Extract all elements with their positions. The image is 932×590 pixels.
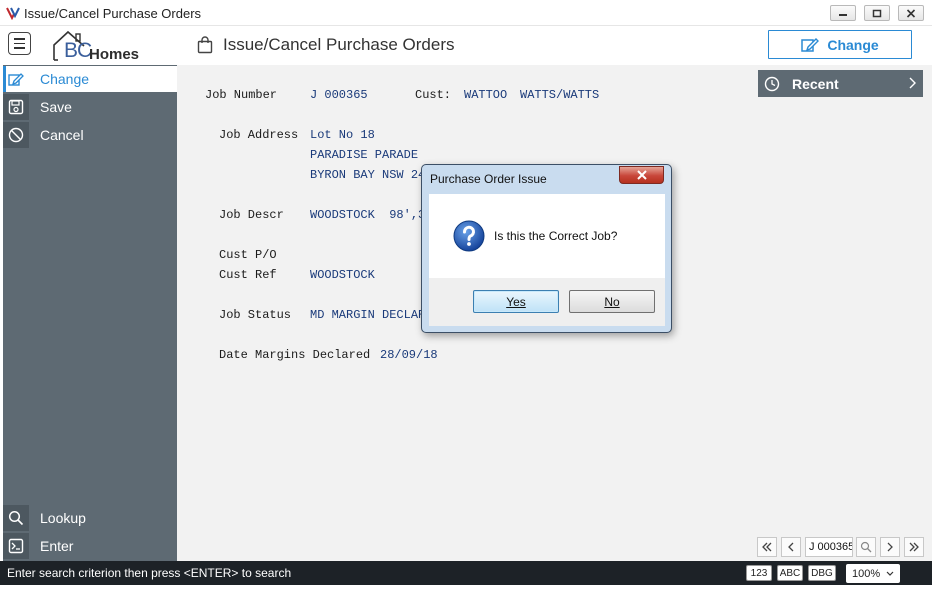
app-logo-icon — [6, 7, 20, 20]
window-titlebar: Issue/Cancel Purchase Orders — [0, 0, 932, 26]
job-status-value: MD MARGIN DECLAR — [310, 308, 426, 322]
no-button-label: No — [604, 294, 620, 309]
debug-button[interactable]: DBG — [808, 565, 836, 581]
close-icon — [906, 8, 916, 18]
job-address-line-1: Lot No 18 — [310, 128, 375, 142]
job-address-line-2: PARADISE PARADE — [310, 148, 419, 162]
shopping-bag-icon — [197, 36, 213, 54]
maximize-button[interactable] — [864, 5, 890, 21]
search-icon — [3, 505, 29, 531]
edit-icon — [3, 66, 29, 92]
numeric-mode-button[interactable]: 123 — [746, 565, 772, 581]
dialog-footer: Yes No — [429, 278, 665, 326]
logo-bc-text: BC — [64, 39, 92, 62]
double-chevron-left-icon — [762, 542, 772, 552]
status-bar: Enter search criterion then press <ENTER… — [0, 561, 932, 585]
clock-icon — [760, 76, 784, 92]
menu-line — [14, 42, 25, 45]
sidebar-item-lookup[interactable]: Lookup — [3, 505, 177, 531]
record-search-button[interactable] — [856, 537, 876, 557]
zoom-select[interactable]: 100% — [846, 564, 900, 583]
edit-icon — [801, 37, 820, 52]
maximize-icon — [872, 9, 882, 17]
sidebar-item-label: Lookup — [40, 510, 86, 526]
search-icon — [860, 541, 872, 553]
job-address-line-3: BYRON BAY NSW 24 — [310, 168, 426, 182]
chevron-left-icon — [788, 542, 794, 552]
dialog-close-button[interactable] — [619, 166, 664, 184]
change-button-label: Change — [827, 36, 879, 53]
previous-record-button[interactable] — [781, 537, 801, 557]
job-descr-value: WOODSTOCK 98',3 — [310, 208, 426, 222]
sidebar-item-label: Save — [40, 99, 72, 115]
job-number-label: Job Number — [205, 88, 278, 102]
menu-line — [14, 47, 25, 49]
minimize-icon — [839, 14, 847, 16]
sidebar-item-enter[interactable]: Enter — [3, 533, 177, 559]
dialog-question: Is this the Correct Job? — [494, 229, 618, 243]
sidebar: Change Save Cancel Lookup Enter — [3, 65, 177, 561]
yes-button-label: Yes — [506, 294, 526, 309]
hamburger-menu-button[interactable] — [8, 32, 31, 55]
sidebar-item-label: Change — [40, 71, 90, 87]
next-record-button[interactable] — [880, 537, 900, 557]
close-window-button[interactable] — [898, 5, 924, 21]
recent-label: Recent — [792, 75, 839, 92]
page-title: Issue/Cancel Purchase Orders — [223, 35, 455, 54]
close-icon — [636, 170, 647, 180]
sidebar-item-change[interactable]: Change — [3, 66, 177, 92]
yes-button[interactable]: Yes — [473, 290, 559, 313]
chevron-right-icon — [909, 77, 916, 89]
dialog-title: Purchase Order Issue — [430, 172, 547, 186]
job-address-label: Job Address — [219, 128, 299, 142]
chevron-down-icon — [886, 571, 894, 576]
purchase-order-issue-dialog: Purchase Order Issue Is this the Correct… — [421, 164, 672, 333]
zoom-value: 100% — [852, 567, 881, 580]
no-button[interactable]: No — [569, 290, 655, 313]
cust-label: Cust: — [415, 88, 452, 102]
sidebar-item-label: Cancel — [40, 127, 84, 143]
job-number-value: J 000365 — [310, 88, 368, 102]
last-record-button[interactable] — [904, 537, 924, 557]
abc-mode-button[interactable]: ABC — [777, 565, 803, 581]
company-logo: BC Homes — [48, 26, 168, 64]
status-message: Enter search criterion then press <ENTER… — [7, 566, 292, 580]
change-button[interactable]: Change — [768, 30, 912, 59]
cust-po-label: Cust P/O — [219, 248, 277, 262]
cancel-icon — [3, 122, 29, 148]
record-input[interactable]: J 000365 — [805, 537, 853, 557]
terminal-icon — [3, 533, 29, 559]
job-status-label: Job Status — [219, 308, 292, 322]
date-margins-value: 28/09/18 — [380, 348, 438, 362]
dialog-body: Is this the Correct Job? — [429, 194, 665, 278]
window-title: Issue/Cancel Purchase Orders — [24, 6, 202, 21]
sidebar-item-label: Enter — [40, 538, 74, 554]
window-bottom-edge — [0, 585, 932, 590]
cust-ref-label: Cust Ref — [219, 268, 277, 282]
double-chevron-right-icon — [909, 542, 919, 552]
sidebar-item-save[interactable]: Save — [3, 94, 177, 120]
app-header: BC Homes Issue/Cancel Purchase Orders Ch… — [0, 26, 932, 66]
cust-ref-value: WOODSTOCK — [310, 268, 375, 282]
page-title-area: Issue/Cancel Purchase Orders — [197, 34, 455, 56]
cust-code-value: WATTOO — [464, 88, 508, 102]
save-icon — [3, 94, 29, 120]
menu-line — [14, 38, 25, 40]
recent-button[interactable]: Recent — [758, 70, 923, 97]
question-icon — [453, 220, 485, 252]
chevron-right-icon — [887, 542, 893, 552]
date-margins-label: Date Margins Declared — [219, 348, 371, 362]
first-record-button[interactable] — [757, 537, 777, 557]
job-descr-label: Job Descr — [219, 208, 284, 222]
sidebar-item-cancel[interactable]: Cancel — [3, 122, 177, 148]
minimize-button[interactable] — [830, 5, 856, 21]
logo-homes-text: Homes — [89, 46, 140, 63]
cust-name-value: WATTS/WATTS — [520, 88, 600, 102]
